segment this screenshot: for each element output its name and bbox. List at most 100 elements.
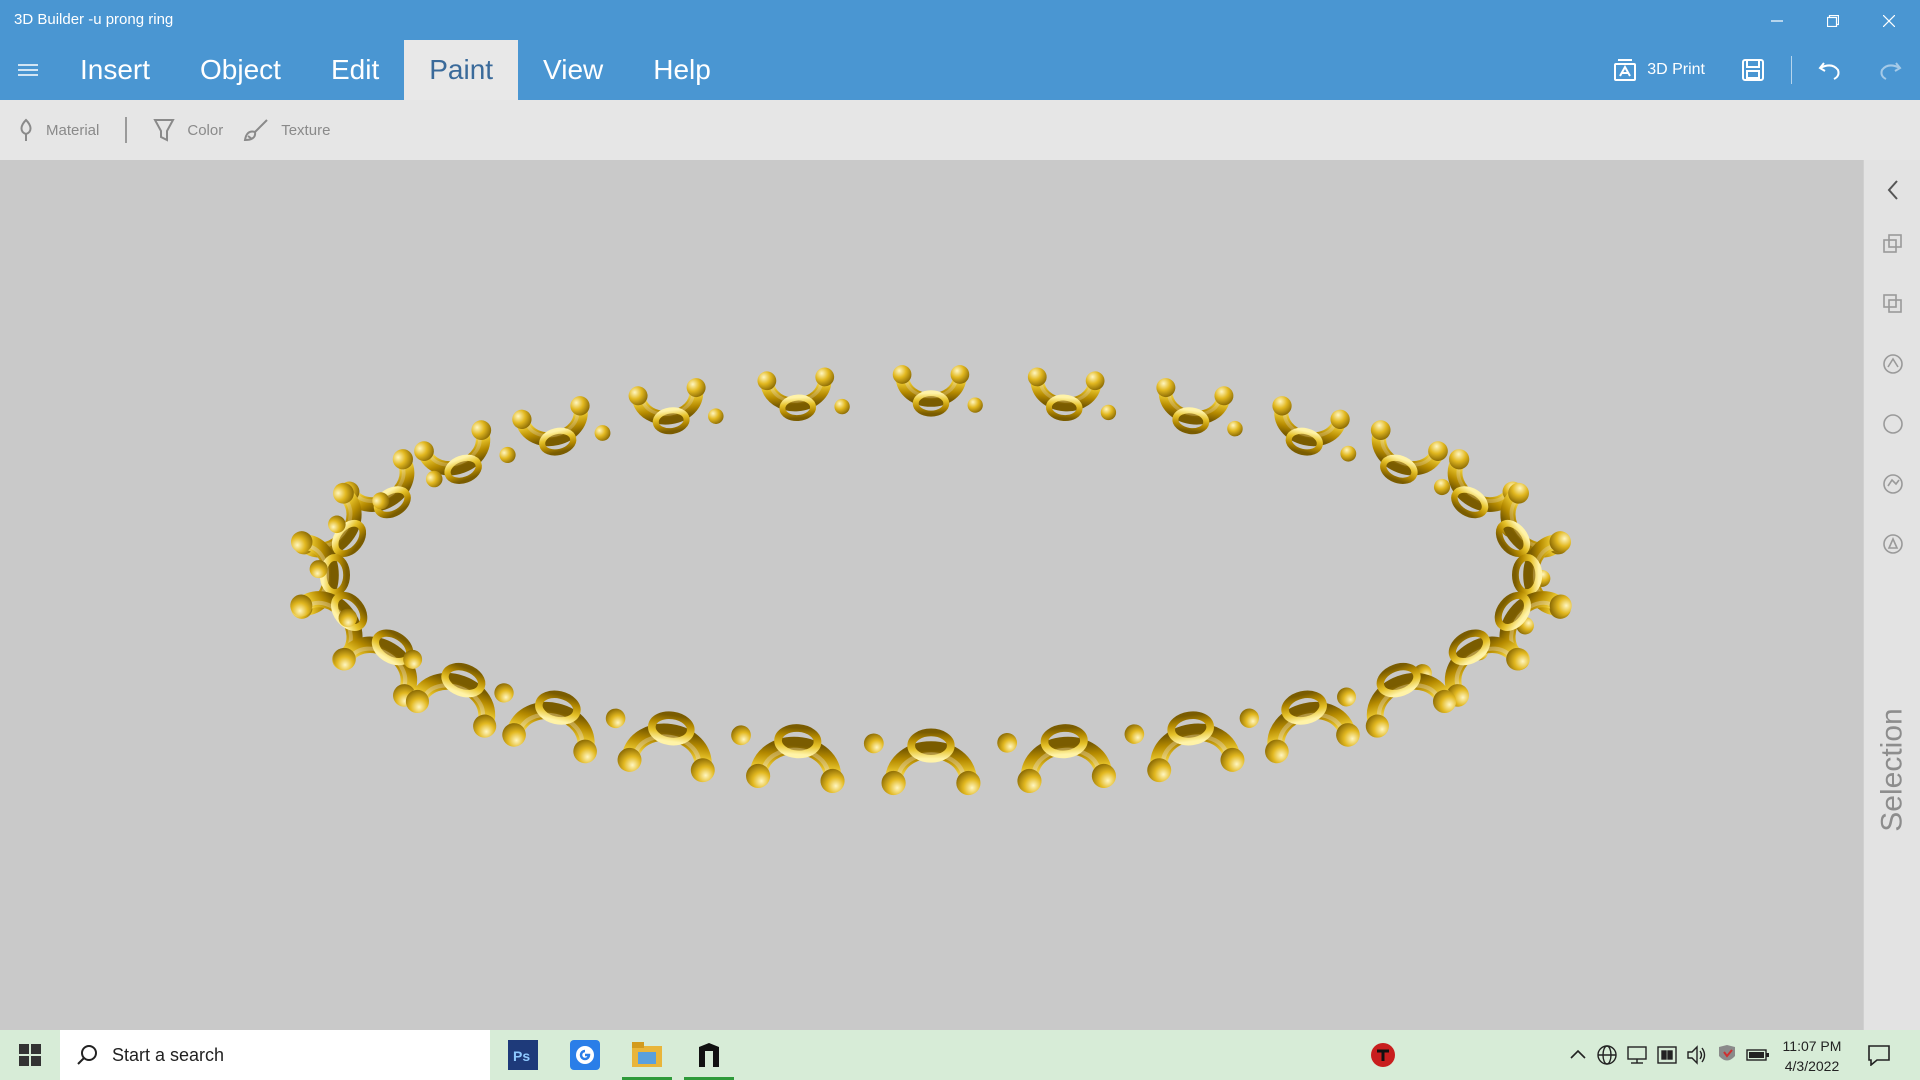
minimize-button[interactable] <box>1754 6 1800 36</box>
paint-toolbar: Material Color Texture <box>0 100 1920 160</box>
copy-button[interactable] <box>1864 232 1920 256</box>
material-icon <box>20 118 32 141</box>
3d-viewport[interactable] <box>0 160 1863 1030</box>
notifications-button[interactable] <box>1854 1030 1904 1080</box>
prong <box>757 367 850 422</box>
color-label: Color <box>187 121 224 139</box>
volume-icon[interactable] <box>1686 1044 1708 1066</box>
prong-connector <box>967 397 983 413</box>
collapse-sidebar-button[interactable] <box>1864 178 1920 202</box>
notification-icon <box>1868 1045 1890 1066</box>
settings-icon <box>1882 534 1903 554</box>
prong-ball <box>1147 758 1172 783</box>
prong <box>1027 367 1117 422</box>
texture-brush-icon <box>244 119 268 142</box>
prong-connector <box>499 446 516 463</box>
redo-icon <box>1880 62 1902 80</box>
prong-ball <box>1156 378 1176 398</box>
battery-icon[interactable] <box>1746 1044 1770 1066</box>
3d-print-button[interactable]: 3D Print <box>1595 40 1723 100</box>
hamburger-button[interactable] <box>0 40 55 100</box>
google-icon <box>570 1040 600 1070</box>
taskbar-app-google[interactable] <box>560 1030 610 1080</box>
prong-ball <box>573 739 597 764</box>
scale-icon <box>1882 354 1903 374</box>
tab-insert[interactable]: Insert <box>55 40 175 100</box>
prong-connector <box>834 398 850 415</box>
taskbar-tray-app[interactable] <box>1358 1030 1408 1080</box>
selection-sidebar: Selection <box>1863 160 1920 1030</box>
clock-time: 11:07 PM <box>1782 1038 1842 1054</box>
prong-ball <box>690 758 715 783</box>
undo-button[interactable] <box>1800 40 1860 100</box>
prong <box>731 724 845 793</box>
prong <box>1272 396 1357 462</box>
undo-icon <box>1818 62 1840 80</box>
restore-button[interactable] <box>1810 6 1856 36</box>
prong-connector <box>328 515 346 534</box>
network-icon[interactable] <box>1626 1044 1648 1066</box>
toolbar-divider <box>1791 56 1792 84</box>
3d-print-label: 3D Print <box>1647 61 1705 78</box>
globe-icon[interactable] <box>1596 1044 1618 1066</box>
ring-geometry <box>290 365 1572 796</box>
paste-button[interactable] <box>1864 292 1920 316</box>
tab-paint[interactable]: Paint <box>404 40 519 100</box>
taskbar: Start a search Ps 11:07 PM 4/3/2022 <box>0 1030 1920 1080</box>
prong-ball <box>892 365 912 384</box>
prong <box>605 708 715 783</box>
circle-button[interactable] <box>1864 412 1920 436</box>
hamburger-icon <box>17 64 38 76</box>
prong-connector <box>1124 724 1145 744</box>
prong-ball <box>1549 531 1571 553</box>
material-button[interactable]: Material <box>0 100 119 160</box>
clock-date: 4/3/2022 <box>1784 1058 1840 1074</box>
prong-ball <box>881 770 906 796</box>
scale-button[interactable] <box>1864 352 1920 376</box>
prong <box>892 365 983 417</box>
circle-icon <box>1882 414 1903 434</box>
start-button[interactable] <box>0 1030 60 1080</box>
save-button[interactable] <box>1723 40 1783 100</box>
redo-button[interactable] <box>1860 40 1920 100</box>
chevron-up-icon[interactable] <box>1568 1045 1588 1065</box>
prong <box>1156 378 1243 437</box>
prong-ball <box>1265 739 1289 764</box>
tab-object[interactable]: Object <box>175 40 306 100</box>
display-icon[interactable] <box>1656 1044 1678 1066</box>
restore-icon <box>1827 15 1839 27</box>
texture-button[interactable]: Texture <box>243 100 350 160</box>
prong-ball <box>291 531 313 553</box>
tab-view[interactable]: View <box>518 40 628 100</box>
prong <box>1370 420 1451 496</box>
taskbar-app-file-explorer[interactable] <box>622 1030 672 1080</box>
shield-icon[interactable] <box>1716 1044 1738 1066</box>
system-tray <box>1564 1030 1774 1080</box>
prong-connector <box>1100 404 1117 421</box>
paste-icon <box>1882 294 1902 313</box>
selection-label-wrapper: Selection <box>1864 690 1920 850</box>
ring-model[interactable] <box>0 160 1863 1030</box>
texture-label: Texture <box>281 121 331 139</box>
file-explorer-icon <box>632 1042 662 1067</box>
prong-ball <box>570 396 590 416</box>
tab-edit[interactable]: Edit <box>306 40 404 100</box>
settings-button[interactable] <box>1864 532 1920 556</box>
color-button[interactable]: Color <box>133 100 243 160</box>
taskbar-app-3d-builder[interactable] <box>684 1030 734 1080</box>
svg-text:Ps: Ps <box>513 1048 530 1064</box>
taskbar-search[interactable]: Start a search <box>60 1030 490 1080</box>
taskbar-app-photoshop[interactable]: Ps <box>498 1030 548 1080</box>
close-button[interactable] <box>1866 6 1912 36</box>
prong-connector <box>594 425 611 441</box>
paint-toolbar-divider <box>125 117 128 143</box>
taskbar-clock[interactable]: 11:07 PM 4/3/2022 <box>1770 1036 1854 1076</box>
prong <box>863 728 981 796</box>
tab-help[interactable]: Help <box>628 40 736 100</box>
prong-connector <box>1340 445 1357 462</box>
red-app-icon <box>1371 1043 1395 1067</box>
material-label: Material <box>46 121 100 139</box>
prong-connector <box>1239 708 1259 728</box>
prong-ball <box>1272 396 1292 416</box>
rotate-button[interactable] <box>1864 472 1920 496</box>
